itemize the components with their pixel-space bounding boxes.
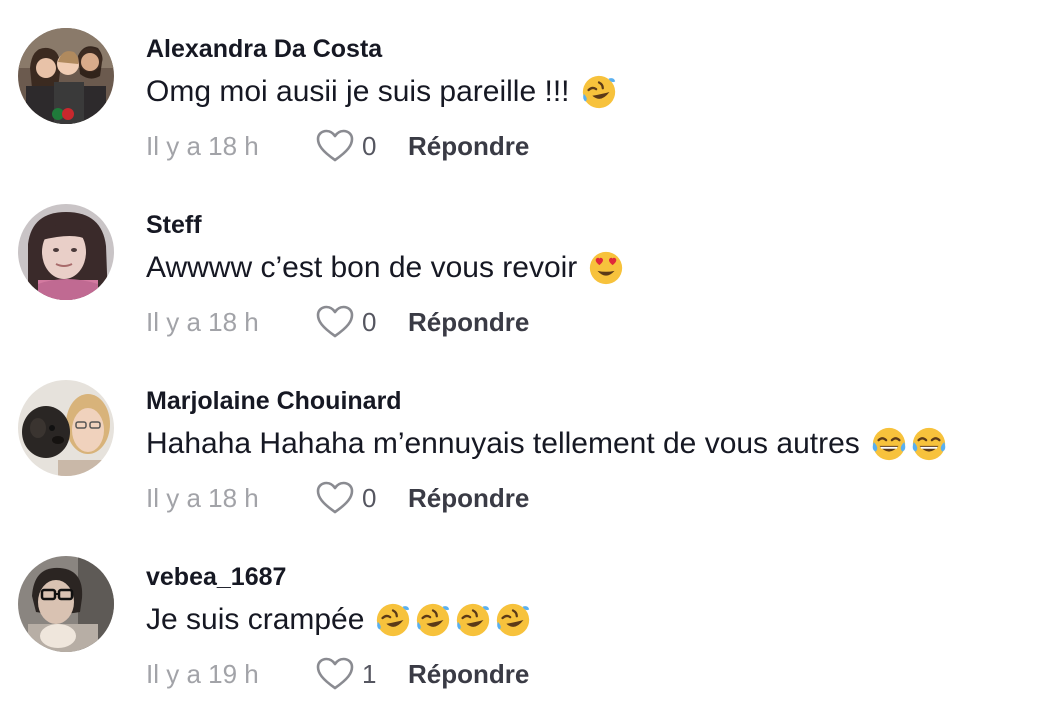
reply-button[interactable]: Répondre (408, 131, 529, 162)
emoji-group (870, 425, 948, 463)
avatar[interactable] (18, 380, 114, 476)
rolling-laughing-emoji (497, 603, 530, 637)
avatar[interactable] (18, 204, 114, 300)
rolling-laughing-emoji (377, 603, 410, 637)
comment-timestamp: Il y a 18 h (146, 130, 259, 161)
comment-text-content: Omg moi ausii je suis pareille !!! (146, 75, 570, 108)
heart-icon[interactable] (316, 657, 354, 691)
like-count: 0 (362, 130, 377, 161)
heart-icon[interactable] (316, 481, 354, 515)
emoji-group (580, 73, 618, 111)
comment-timestamp: Il y a 19 h (146, 658, 259, 689)
emoji-group (587, 249, 625, 287)
comment-text-content: Awwww c’est bon de vous revoir (146, 251, 578, 284)
comment-text: Awwww c’est bon de vous revoir (146, 248, 625, 288)
reply-button[interactable]: Répondre (408, 307, 529, 338)
comment-text-content: Hahaha Hahaha m’ennuyais tellement de vo… (146, 427, 860, 460)
like-count: 0 (362, 306, 377, 337)
emoji-group (374, 601, 532, 639)
comment-username[interactable]: vebea_1687 (146, 562, 286, 592)
like-button[interactable]: 1 (316, 657, 402, 691)
like-button[interactable]: 0 (316, 129, 402, 163)
comment-username[interactable]: Marjolaine Chouinard (146, 386, 402, 416)
comment-text: Hahaha Hahaha m’ennuyais tellement de vo… (146, 424, 948, 464)
rolling-laughing-emoji (417, 603, 450, 637)
comment-item: Steff Awwww c’est bon de vous revoir Il … (0, 176, 1058, 352)
reply-button[interactable]: Répondre (408, 659, 529, 690)
comment-item: vebea_1687 Je suis crampée Il y a 19 h 1… (0, 528, 1058, 704)
like-count: 1 (362, 658, 377, 689)
heart-icon[interactable] (316, 129, 354, 163)
comment-item: Alexandra Da Costa Omg moi ausii je suis… (0, 0, 1058, 176)
comment-meta: Il y a 19 h 1 Répondre (146, 656, 529, 692)
like-count: 0 (362, 482, 377, 513)
comment-item: Marjolaine Chouinard Hahaha Hahaha m’enn… (0, 352, 1058, 528)
avatar[interactable] (18, 556, 114, 652)
tears-of-joy-emoji (872, 427, 906, 461)
comment-meta: Il y a 18 h 0 Répondre (146, 480, 529, 516)
rolling-laughing-emoji (582, 75, 615, 109)
comment-text: Je suis crampée (146, 600, 532, 640)
comment-text-content: Je suis crampée (146, 603, 365, 636)
like-button[interactable]: 0 (316, 305, 402, 339)
comment-meta: Il y a 18 h 0 Répondre (146, 128, 529, 164)
rolling-laughing-emoji (457, 603, 490, 637)
like-button[interactable]: 0 (316, 481, 402, 515)
comment-timestamp: Il y a 18 h (146, 306, 259, 337)
heart-eyes-emoji (590, 251, 623, 285)
heart-icon[interactable] (316, 305, 354, 339)
comment-username[interactable]: Steff (146, 210, 202, 240)
reply-button[interactable]: Répondre (408, 483, 529, 514)
tears-of-joy-emoji (912, 427, 946, 461)
avatar[interactable] (18, 28, 114, 124)
comment-timestamp: Il y a 18 h (146, 482, 259, 513)
comment-meta: Il y a 18 h 0 Répondre (146, 304, 529, 340)
comment-text: Omg moi ausii je suis pareille !!! (146, 72, 618, 112)
comment-username[interactable]: Alexandra Da Costa (146, 34, 382, 64)
